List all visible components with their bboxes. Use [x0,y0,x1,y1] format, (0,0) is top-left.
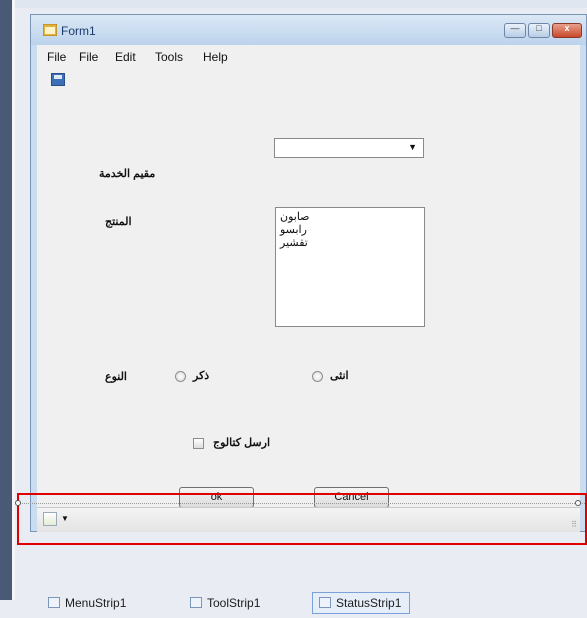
radio-icon[interactable] [312,371,323,382]
female-label: انثى [330,370,349,382]
menu-item-help[interactable]: Help [203,50,228,64]
selection-guide [19,503,585,504]
service-combobox[interactable]: ▼ [274,138,424,158]
menu-item-edit[interactable]: Edit [115,50,136,64]
male-label: ذكر [193,370,210,382]
minimize-button[interactable]: — [504,23,526,38]
selection-handle[interactable] [15,500,21,506]
chevron-down-icon[interactable]: ▼ [408,142,417,152]
service-label: مقيم الخدمة [99,168,156,180]
gender-label: النوع [105,371,127,383]
form-client-area: File File Edit Tools Help مقيم الخدمة ▼ … [37,45,580,532]
product-listbox[interactable]: صابون رابسو تقشير [275,207,425,327]
send-catalog-checkbox[interactable] [193,438,204,449]
form-icon [43,24,57,36]
menu-strip: File File Edit Tools Help [37,45,580,69]
close-icon: x [564,23,570,33]
close-button[interactable]: x [552,23,582,38]
tray-label: ToolStrip1 [207,596,261,610]
send-catalog-label: ارسل كتالوج [213,437,271,449]
product-label: المنتج [105,216,132,228]
statusstrip-icon [319,597,331,608]
ide-left-border [12,0,15,600]
menustrip-icon [48,597,60,608]
maximize-button[interactable]: □ [528,23,550,38]
radio-icon[interactable] [175,371,186,382]
tool-strip [37,69,580,91]
title-bar[interactable]: Form1 — □ x [31,15,586,45]
window-controls: — □ x [502,23,582,39]
selection-highlight [15,493,587,545]
ide-background [0,0,587,8]
tray-label: StatusStrip1 [336,596,402,610]
selection-handle[interactable] [575,500,581,506]
toolstrip-icon [190,597,202,608]
save-icon[interactable] [51,73,65,86]
list-item[interactable]: صابون [280,211,420,224]
list-item[interactable]: رابسو [280,224,420,237]
menu-item-file[interactable]: File [47,50,66,64]
tray-toolstrip[interactable]: ToolStrip1 [190,596,260,610]
female-radio[interactable]: انثى [312,368,372,384]
tray-menustrip[interactable]: MenuStrip1 [48,596,126,610]
menu-item-tools[interactable]: Tools [155,50,183,64]
male-radio[interactable]: ذكر [175,368,235,384]
form-window: Form1 — □ x File File Edit Tools Help مق… [30,14,587,532]
list-item[interactable]: تقشير [280,237,420,250]
maximize-icon: □ [536,23,542,33]
window-title: Form1 [61,24,96,38]
tray-label: MenuStrip1 [65,596,127,610]
menu-item-file-2[interactable]: File [79,50,98,64]
tray-statusstrip[interactable]: StatusStrip1 [312,592,411,614]
minimize-icon: — [510,23,520,33]
